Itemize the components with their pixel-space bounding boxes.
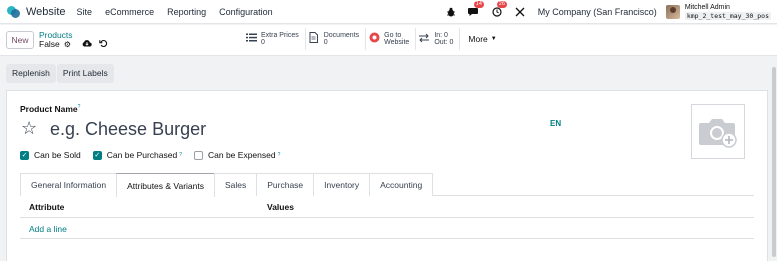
activity-clock-icon[interactable]: 26 <box>490 0 507 19</box>
tab-accounting[interactable]: Accounting <box>369 173 434 196</box>
go-to-website-button[interactable]: Go to Website <box>366 28 417 50</box>
help-tooltip-icon[interactable]: ? <box>78 104 81 110</box>
control-panel: New Products False ⚙ Extra Prices 0 Docum… <box>0 25 777 56</box>
can-be-sold-checkbox[interactable]: ✓ Can be Sold <box>20 150 81 160</box>
record-actions <box>82 39 115 50</box>
in-out-button[interactable]: In: 0 Out: 0 <box>416 28 461 50</box>
transfer-icon <box>418 33 430 46</box>
top-navbar: Website Site eCommerce Reporting Configu… <box>0 0 777 24</box>
scrollbar-thumb[interactable] <box>772 67 776 257</box>
print-labels-button[interactable]: Print Labels <box>56 63 114 83</box>
replenish-button[interactable]: Replenish <box>6 63 56 83</box>
stat-out: Out: 0 <box>434 39 454 46</box>
attributes-table-header: Attribute Values <box>20 196 754 218</box>
user-avatar[interactable] <box>665 4 680 19</box>
menu-site[interactable]: Site <box>77 7 93 17</box>
menu-ecommerce[interactable]: eCommerce <box>105 7 154 17</box>
extra-prices-button[interactable]: Extra Prices 0 <box>243 28 306 50</box>
menu-configuration[interactable]: Configuration <box>219 7 273 17</box>
stat-extra-prices-value: 0 <box>261 39 265 46</box>
column-attribute[interactable]: Attribute <box>29 202 64 212</box>
user-menu[interactable]: Mitchell Admin kmp_2_test_may_30_pos <box>684 3 771 20</box>
globe-icon <box>368 32 380 46</box>
tools-icon[interactable] <box>513 5 527 19</box>
stat-extra-prices-label: Extra Prices <box>261 31 299 39</box>
action-bar: Replenish Print Labels <box>0 57 777 89</box>
tab-general-information[interactable]: General Information <box>20 173 118 196</box>
messages-badge: 14 <box>473 0 484 8</box>
list-icon <box>245 33 257 45</box>
more-label: More <box>468 34 488 44</box>
product-name-input[interactable]: e.g. Cheese Burger <box>50 119 206 139</box>
gear-icon[interactable]: ⚙ <box>64 40 71 49</box>
tab-attributes-variants[interactable]: Attributes & Variants <box>116 173 215 197</box>
product-name-label: Product Name? <box>20 104 81 114</box>
help-tooltip-icon[interactable]: ? <box>278 152 281 158</box>
discard-undo-icon[interactable] <box>98 39 108 50</box>
navbar-systray: 14 26 My Company (San Francisco) Mitchel… <box>444 0 777 24</box>
favorite-star-icon[interactable]: ☆ <box>21 118 37 138</box>
documents-button[interactable]: Documents 0 <box>306 28 367 50</box>
tab-inventory[interactable]: Inventory <box>313 173 371 196</box>
bug-icon[interactable] <box>444 5 458 19</box>
can-be-purchased-checkbox[interactable]: ✓ Can be Purchased? <box>92 150 182 160</box>
new-button[interactable]: New <box>6 31 34 49</box>
product-options: ✓ Can be Sold ✓ Can be Purchased? Can be… <box>20 150 292 160</box>
notebook-tabs: General Information Attributes & Variant… <box>20 173 754 197</box>
form-sheet: Product Name? ☆ e.g. Cheese Burger EN ✓ … <box>6 90 768 261</box>
stat-documents-label: Documents <box>323 31 360 39</box>
messages-icon[interactable]: 14 <box>467 0 484 19</box>
stat-website-line2: Website <box>384 39 410 46</box>
page-scrollbar[interactable] <box>770 57 777 261</box>
breadcrumb: Products False ⚙ <box>39 31 73 50</box>
add-a-line-link[interactable]: Add a line <box>29 224 67 234</box>
stat-documents-value: 0 <box>323 39 328 46</box>
caret-down-icon: ▼ <box>490 36 497 42</box>
column-values[interactable]: Values <box>267 202 294 212</box>
camera-add-icon <box>699 118 737 148</box>
user-name: Mitchell Admin <box>684 3 730 11</box>
can-be-expensed-checkbox[interactable]: Can be Expensed? <box>194 150 280 160</box>
menu-reporting[interactable]: Reporting <box>167 7 206 17</box>
table-add-row: Add a line <box>20 219 754 239</box>
cloud-save-icon[interactable] <box>82 39 92 49</box>
help-tooltip-icon[interactable]: ? <box>179 152 182 158</box>
smart-buttons: Extra Prices 0 Documents 0 Go to Website In… <box>243 28 505 50</box>
tab-sales[interactable]: Sales <box>213 173 258 196</box>
document-icon <box>308 32 320 46</box>
language-button[interactable]: EN <box>550 119 561 128</box>
stat-website-line1: Go to <box>384 31 402 39</box>
stat-in: In: 0 <box>434 31 448 39</box>
checkbox-unchecked-icon <box>194 150 203 160</box>
database-name: kmp_2_test_may_30_pos <box>684 11 771 20</box>
product-image-upload[interactable] <box>691 104 745 159</box>
tab-purchase[interactable]: Purchase <box>256 173 315 196</box>
checkbox-checked-icon: ✓ <box>20 150 29 160</box>
checkbox-checked-icon: ✓ <box>92 150 102 160</box>
breadcrumb-current: False <box>39 39 60 49</box>
website-app-icon[interactable] <box>7 5 21 19</box>
more-dropdown[interactable]: More ▼ <box>460 28 504 50</box>
app-name[interactable]: Website <box>26 6 66 18</box>
activity-badge: 26 <box>496 0 507 8</box>
company-switcher[interactable]: My Company (San Francisco) <box>538 7 657 17</box>
